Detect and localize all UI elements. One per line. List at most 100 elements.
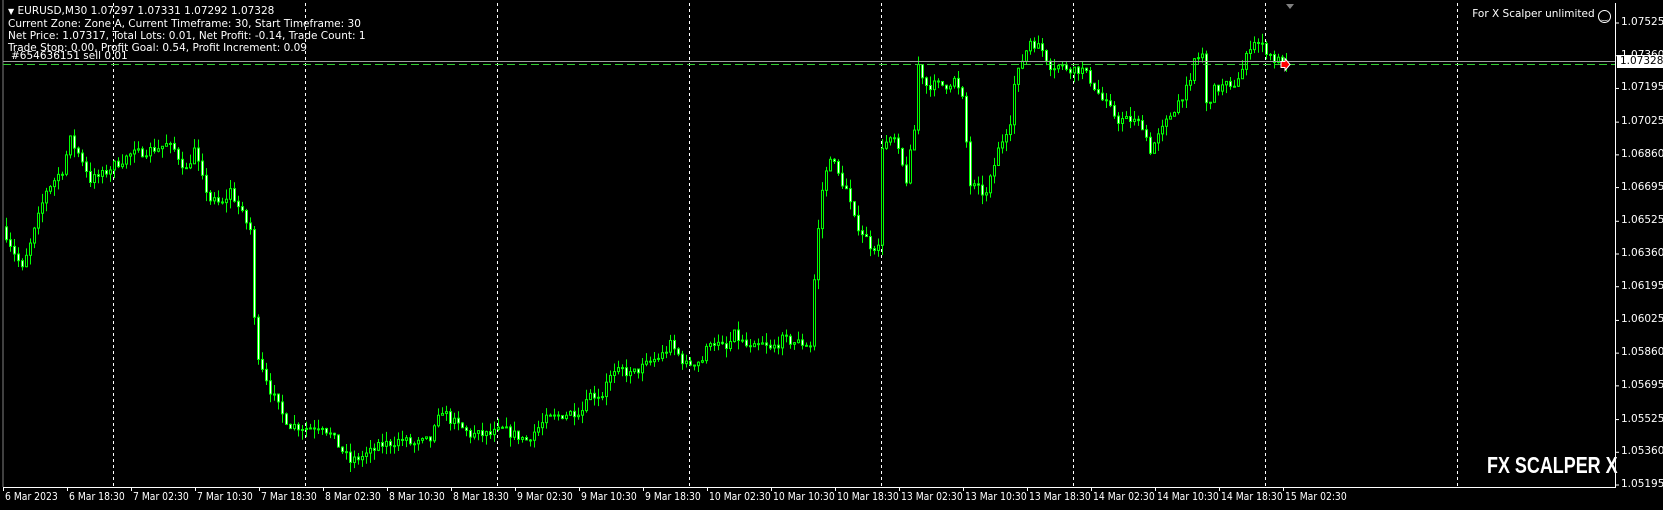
candle-bull <box>1161 125 1164 135</box>
candle-bear <box>721 341 724 345</box>
chart-menu-triangle-icon[interactable]: ▼ <box>8 7 14 16</box>
candle-bear <box>289 423 292 430</box>
candle-bear <box>1113 105 1116 117</box>
candle-bull <box>309 427 312 430</box>
candle-bull <box>321 427 324 430</box>
candle-bear <box>1097 89 1100 94</box>
chart-shift-marker-icon[interactable] <box>1286 4 1294 9</box>
candle-bull <box>161 145 164 150</box>
candle-bear <box>1101 92 1104 101</box>
time-label: 6 Mar 2023 <box>5 491 58 503</box>
candle-bull <box>433 425 436 442</box>
candle-bear <box>517 430 520 440</box>
time-label: 6 Mar 18:30 <box>69 491 125 503</box>
candle-bear <box>73 135 76 149</box>
grid-lines <box>113 3 1458 487</box>
price-label: 1.06360 <box>1621 247 1663 259</box>
candle-bull <box>717 341 720 346</box>
candle-bull <box>1081 67 1084 74</box>
candle-bull <box>101 170 104 177</box>
candle-bull <box>45 190 48 204</box>
candle-bear <box>957 77 960 89</box>
candle-bull <box>889 137 892 143</box>
time-label: 13 Mar 10:30 <box>965 491 1027 503</box>
candle-bull <box>629 371 632 377</box>
candle-bull <box>513 430 516 438</box>
candle-bear <box>357 456 360 461</box>
candle-bull <box>533 431 536 441</box>
candle-bear <box>389 440 392 447</box>
candle-bear <box>197 147 200 162</box>
candle-bull <box>545 414 548 424</box>
candle-bull <box>305 427 308 430</box>
candle-bull <box>669 339 672 353</box>
candle-bear <box>245 210 248 224</box>
candle-bull <box>1001 141 1004 149</box>
candle-bear <box>333 432 336 436</box>
candle-bear <box>857 214 860 232</box>
ea-status: For X Scalper unlimited ‿ <box>1472 8 1611 23</box>
candle-bear <box>1089 70 1092 84</box>
candle-bear <box>209 191 212 202</box>
candle-bear <box>757 343 760 346</box>
candle-bull <box>145 155 148 158</box>
candle-bear <box>937 80 940 83</box>
candle-bull <box>1249 49 1252 54</box>
candle-bull <box>1177 100 1180 113</box>
candle-bear <box>1065 64 1068 70</box>
candle-bear <box>457 417 460 424</box>
candle-bull <box>93 174 96 183</box>
candle-bear <box>325 427 328 434</box>
candle-bear <box>141 148 144 158</box>
candle-bear <box>21 260 24 268</box>
candle-bear <box>593 392 596 399</box>
time-label: 10 Mar 02:30 <box>709 491 771 503</box>
candle-bull <box>301 428 304 431</box>
candle-bear <box>1093 82 1096 91</box>
candle-bear <box>217 197 220 203</box>
candle-bull <box>613 371 616 376</box>
candle-bull <box>113 160 116 171</box>
candle-bull <box>133 149 136 155</box>
candle-bear <box>1129 115 1132 123</box>
candle-bull <box>61 173 64 176</box>
candle-bear <box>253 229 256 318</box>
time-label: 9 Mar 18:30 <box>645 491 701 503</box>
candle-bull <box>1009 124 1012 136</box>
candle-bear <box>105 170 108 175</box>
candle-bull <box>601 396 604 399</box>
candle-bear <box>481 430 484 437</box>
symbol-quote: EURUSD,M30 1.07297 1.07331 1.07292 1.073… <box>17 5 275 17</box>
candle-bear <box>429 436 432 442</box>
candle-bull <box>1057 65 1060 70</box>
candle-bull <box>581 410 584 416</box>
candle-bull <box>605 381 608 398</box>
candle-bear <box>1077 66 1080 74</box>
candle-bull <box>149 147 152 157</box>
candle-bear <box>185 167 188 170</box>
candle-bull <box>361 455 364 461</box>
candle-bear <box>373 447 376 451</box>
candle-bull <box>137 148 140 151</box>
time-label: 7 Mar 10:30 <box>197 491 253 503</box>
candle-bull <box>949 85 952 90</box>
order-label: #654636151 sell 0.01 <box>11 50 128 62</box>
candle-bear <box>869 236 872 250</box>
time-label: 7 Mar 02:30 <box>133 491 189 503</box>
time-label: 15 Mar 02:30 <box>1285 491 1347 503</box>
candle-bull <box>1197 57 1200 60</box>
candle-bull <box>293 423 296 430</box>
candle-bull <box>1185 84 1188 101</box>
candle-bull <box>813 279 816 347</box>
candle-bull <box>733 329 736 343</box>
price-label: 1.05525 <box>1621 412 1663 425</box>
candle-bull <box>65 154 68 175</box>
price-label: 1.06025 <box>1621 313 1663 326</box>
candle-bull <box>193 147 196 165</box>
candle-bull <box>369 447 372 454</box>
smiley-icon[interactable]: ‿ <box>1598 10 1611 23</box>
candle-bear <box>205 174 208 193</box>
price-chart[interactable] <box>0 0 1663 510</box>
candle-bear <box>393 445 396 448</box>
time-axis-ticks <box>3 487 1284 491</box>
